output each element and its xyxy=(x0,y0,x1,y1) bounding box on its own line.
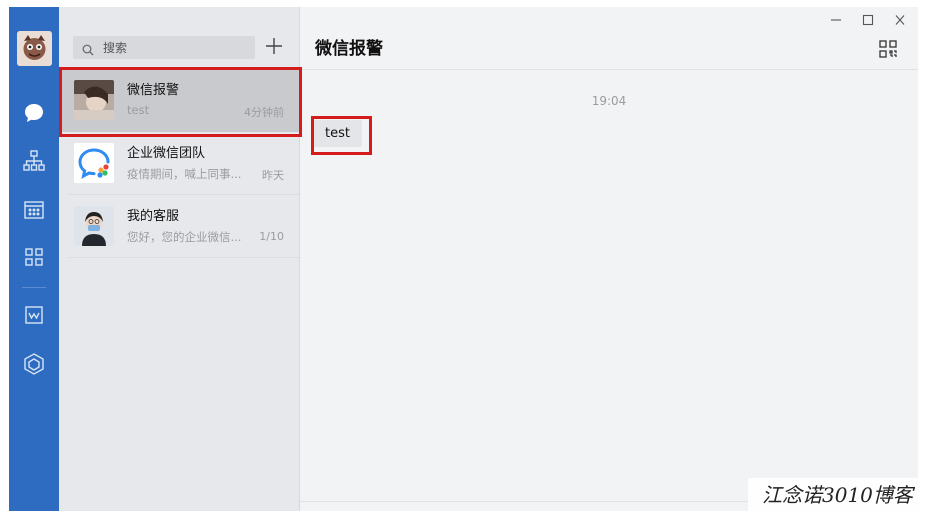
nav-sidebar xyxy=(9,7,59,511)
chat-pane: 微信报警 19:04 test xyxy=(300,7,918,511)
search-placeholder: 搜索 xyxy=(103,41,128,55)
list-divider xyxy=(69,257,299,258)
add-button[interactable] xyxy=(263,35,285,57)
docs-icon[interactable] xyxy=(22,303,46,327)
chat-header: 微信报警 xyxy=(300,7,918,70)
conversation-preview: 您好，您的企业微信... xyxy=(127,230,242,244)
calendar-icon[interactable] xyxy=(22,198,46,222)
conversation-item[interactable]: 我的客服 您好，您的企业微信... 1/10 xyxy=(59,195,299,258)
minimize-icon[interactable] xyxy=(828,12,844,26)
chat-icon[interactable] xyxy=(22,101,46,125)
customer-service-avatar xyxy=(74,206,114,246)
workbench-icon[interactable] xyxy=(22,352,46,376)
message-timestamp: 19:04 xyxy=(591,94,627,108)
maximize-icon[interactable] xyxy=(860,12,876,26)
conversation-time: 1/10 xyxy=(259,230,284,243)
search-icon xyxy=(82,41,94,60)
contacts-icon[interactable] xyxy=(22,149,46,173)
conversation-name: 企业微信团队 xyxy=(127,146,206,161)
conversation-preview: 疫情期间，喊上同事... xyxy=(127,167,242,181)
highlight-box-conversation xyxy=(59,67,302,137)
highlight-box-message xyxy=(311,116,372,155)
apps-icon[interactable] xyxy=(22,245,46,269)
close-icon[interactable] xyxy=(892,12,908,26)
user-avatar[interactable] xyxy=(17,31,52,66)
wecom-team-avatar xyxy=(74,143,114,183)
watermark: 江念诺3010博客 xyxy=(748,478,918,512)
conversation-item[interactable]: 企业微信团队 疫情期间，喊上同事... 昨天 xyxy=(59,132,299,195)
conversation-time: 昨天 xyxy=(262,169,284,182)
conversation-name: 我的客服 xyxy=(127,209,180,224)
search-input[interactable]: 搜索 xyxy=(73,36,255,59)
sidebar-divider xyxy=(22,287,46,288)
chat-title: 微信报警 xyxy=(315,39,383,59)
chat-info-icon[interactable] xyxy=(879,40,897,62)
